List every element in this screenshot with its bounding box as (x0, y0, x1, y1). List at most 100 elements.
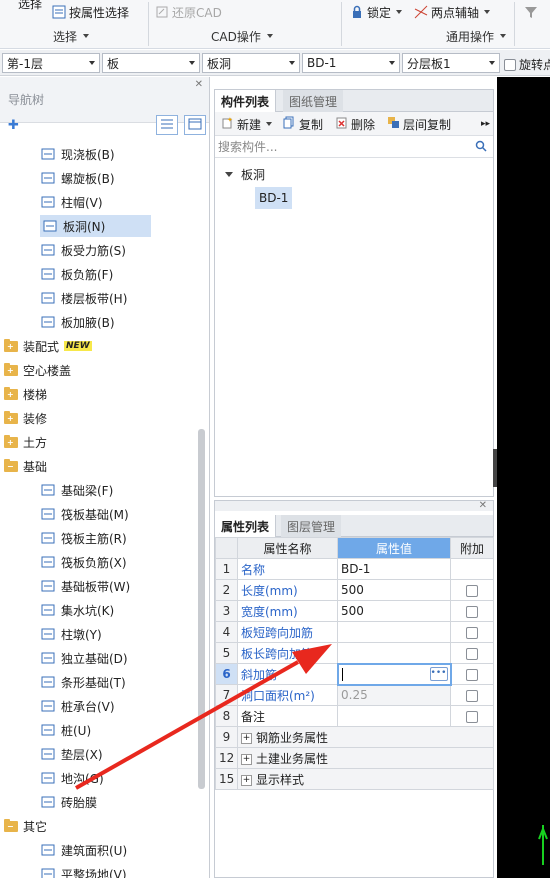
property-extra-cell[interactable] (450, 600, 494, 622)
tree-item[interactable]: 螺旋板(B) (40, 167, 115, 189)
tree-item[interactable]: 柱帽(V) (40, 191, 103, 213)
tree-folder[interactable]: + 楼梯 (4, 383, 47, 405)
add-icon[interactable]: ✚ (8, 118, 19, 133)
extra-checkbox[interactable] (466, 689, 478, 702)
panel-view-button[interactable] (184, 115, 206, 135)
tree-item[interactable]: 筏板基础(M) (40, 503, 129, 525)
tab-drawing-management[interactable]: 图纸管理 (283, 90, 344, 112)
more-options-icon[interactable]: ••• (429, 666, 448, 681)
extra-checkbox[interactable] (466, 626, 478, 639)
property-row[interactable]: 1 名称 BD-1 (215, 558, 494, 580)
expand-icon[interactable]: + (241, 732, 252, 744)
property-row[interactable]: 2 长度(mm) 500 (215, 579, 494, 601)
tree-folder[interactable]: + 装配式 NEW (4, 335, 92, 357)
property-group-cell[interactable]: + 钢筋业务属性 (237, 726, 494, 748)
tree-item[interactable]: 集水坑(K) (40, 599, 114, 621)
tree-item[interactable]: 桩(U) (40, 719, 91, 741)
extra-checkbox[interactable] (466, 584, 478, 597)
filter-button[interactable] (524, 3, 538, 21)
common-group-title[interactable]: 通用操作 (446, 28, 507, 44)
more-tools-button[interactable]: ▸▸ (481, 115, 490, 133)
attribute-select-button[interactable]: 按属性选择 (52, 3, 129, 21)
tree-item[interactable]: 建筑面积(U) (40, 839, 127, 861)
tree-item[interactable]: 柱墩(Y) (40, 623, 102, 645)
tab-layer-management[interactable]: 图层管理 (281, 515, 342, 537)
property-row[interactable]: 5 板长跨向加筋 (215, 642, 494, 664)
tree-folder[interactable]: + 装修 (4, 407, 47, 429)
tree-folder[interactable]: − 基础 (4, 455, 47, 477)
property-value[interactable]: 0.25 (337, 684, 451, 706)
close-icon[interactable]: ✕ (479, 500, 487, 511)
property-group-cell[interactable]: + 土建业务属性 (237, 747, 494, 769)
search-icon[interactable] (475, 140, 487, 155)
tree-folder[interactable]: − 其它 (4, 815, 47, 837)
expand-icon[interactable]: + (241, 753, 252, 765)
select-button[interactable]: 选择 (18, 0, 42, 12)
property-value[interactable]: BD-1 (337, 558, 451, 580)
property-row[interactable]: 7 洞口面积(m²) 0.25 (215, 684, 494, 706)
category-select[interactable]: 板 (102, 53, 200, 73)
tab-component-list[interactable]: 构件列表 (215, 90, 277, 112)
property-value[interactable] (337, 621, 451, 643)
expand-icon[interactable]: + (241, 774, 252, 786)
tree-item[interactable]: 楼层板带(H) (40, 287, 127, 309)
tree-item[interactable]: 桩承台(V) (40, 695, 115, 717)
tree-folder[interactable]: + 土方 (4, 431, 47, 453)
property-row[interactable]: 8 备注 (215, 705, 494, 727)
splitter-handle[interactable] (493, 449, 497, 487)
select-group-title[interactable]: 选择 (53, 28, 90, 44)
delete-button[interactable]: 删除 (335, 115, 375, 133)
extra-checkbox[interactable] (466, 710, 478, 723)
cad-group-title[interactable]: CAD操作 (211, 28, 273, 44)
tree-item[interactable]: 独立基础(D) (40, 647, 128, 669)
type-select[interactable]: 板洞 (202, 53, 300, 73)
property-extra-cell[interactable] (450, 663, 494, 685)
tree-item[interactable]: 板受力筋(S) (40, 239, 126, 261)
tree-item[interactable]: 现浇板(B) (40, 143, 115, 165)
new-button[interactable]: ✦ 新建 (221, 115, 273, 133)
tree-item[interactable]: 平整场地(V) (40, 863, 127, 878)
property-extra-cell[interactable] (450, 705, 494, 727)
property-extra-cell[interactable] (450, 579, 494, 601)
property-row[interactable]: 4 板短跨向加筋 (215, 621, 494, 643)
extra-checkbox[interactable] (466, 668, 479, 681)
tree-item[interactable]: 条形基础(T) (40, 671, 126, 693)
floor-copy-button[interactable]: 层间复制 (387, 115, 451, 133)
tree-item[interactable]: 垫层(X) (40, 743, 103, 765)
navigation-tree-scrollbar[interactable] (198, 429, 205, 789)
copy-button[interactable]: 复制 (283, 115, 323, 133)
property-value[interactable] (337, 642, 451, 664)
component-group-row[interactable]: 板洞 (225, 166, 265, 183)
tree-item[interactable]: 板洞(N) (40, 215, 151, 237)
tree-item[interactable]: 砖胎膜 (40, 791, 97, 813)
property-value[interactable] (337, 705, 451, 727)
extra-checkbox[interactable] (466, 647, 478, 660)
collapse-triangle-icon[interactable] (225, 172, 233, 177)
property-extra-cell[interactable] (450, 621, 494, 643)
close-icon[interactable]: ✕ (195, 79, 203, 90)
tree-item[interactable]: 基础梁(F) (40, 479, 113, 501)
property-value-editor[interactable]: ••• (336, 662, 452, 686)
floor-select[interactable]: 第-1层 (2, 53, 100, 73)
property-value[interactable]: 500 (337, 600, 451, 622)
tree-item[interactable]: 筏板负筋(X) (40, 551, 127, 573)
tree-folder[interactable]: + 空心楼盖 (4, 359, 71, 381)
tree-item[interactable]: 筏板主筋(R) (40, 527, 127, 549)
property-extra-cell[interactable] (450, 684, 494, 706)
property-extra-cell[interactable] (450, 642, 494, 664)
tree-item[interactable]: 地沟(G) (40, 767, 104, 789)
property-group-row[interactable]: 15 + 显示样式 (215, 768, 494, 790)
two-point-axis-button[interactable]: 两点辅轴 (414, 3, 491, 21)
tree-item[interactable]: 基础板带(W) (40, 575, 130, 597)
property-group-row[interactable]: 12 + 土建业务属性 (215, 747, 494, 769)
property-group-cell[interactable]: + 显示样式 (237, 768, 494, 790)
property-row[interactable]: 3 宽度(mm) 500 (215, 600, 494, 622)
property-row[interactable]: 6 斜加筋 ••• (215, 662, 494, 686)
component-item-selected[interactable]: BD-1 (255, 187, 293, 209)
tab-property-list[interactable]: 属性列表 (215, 515, 277, 537)
drawing-canvas[interactable] (493, 77, 550, 878)
layer-select[interactable]: 分层板1 (402, 53, 500, 73)
tree-item[interactable]: 板负筋(F) (40, 263, 113, 285)
rotate-point-checkbox[interactable] (504, 58, 516, 71)
component-search-input[interactable] (215, 138, 465, 156)
